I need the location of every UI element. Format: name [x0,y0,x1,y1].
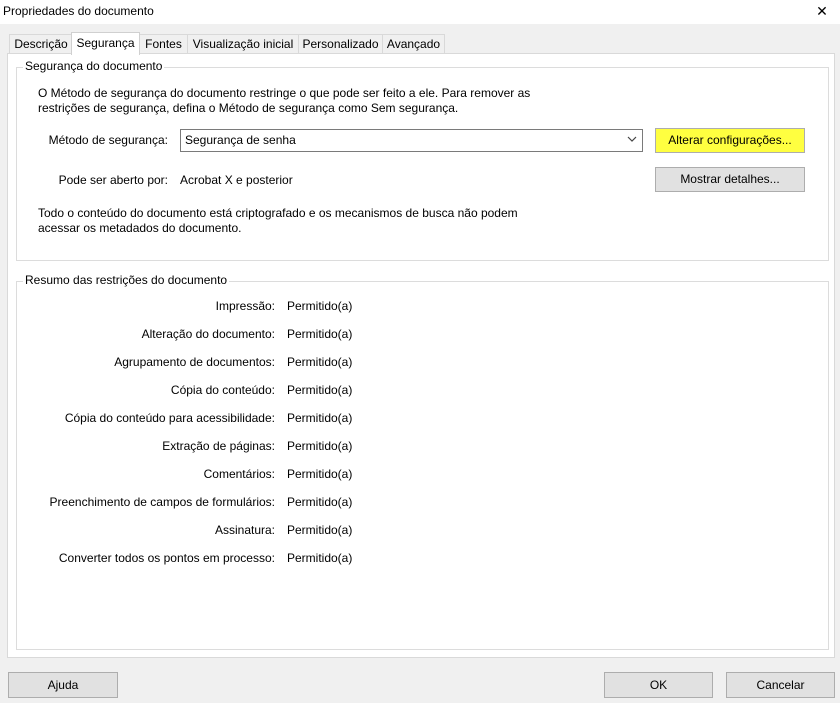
help-button[interactable]: Ajuda [8,672,118,698]
restriction-value: Permitido(a) [287,495,353,509]
restriction-label: Preenchimento de campos de formulários: [49,495,275,509]
restriction-label: Converter todos os pontos em processo: [58,551,275,565]
tab-seguranca[interactable]: Segurança [71,32,140,55]
tab-avancado[interactable]: Avançado [382,34,445,54]
security-method-value: Segurança de senha [185,133,296,147]
opened-by-value: Acrobat X e posterior [180,173,293,187]
restriction-value: Permitido(a) [287,383,353,397]
tab-label: Personalizado [302,37,379,51]
tab-label: Visualização inicial [192,37,294,51]
restriction-label: Assinatura: [214,523,275,537]
summary-group-title: Resumo das restrições do documento [23,273,230,287]
restriction-label: Cópia do conteúdo para acessibilidade: [64,411,275,425]
ok-button[interactable]: OK [604,672,713,698]
show-details-label: Mostrar detalhes... [680,172,780,186]
method-label: Método de segurança: [48,133,168,147]
tab-label: Fontes [145,37,182,51]
close-icon: ✕ [816,2,828,19]
restriction-value: Permitido(a) [287,355,353,369]
change-settings-label: Alterar configurações... [656,129,804,152]
show-details-button[interactable]: Mostrar detalhes... [655,167,805,192]
window-title: Propriedades do documento [3,4,154,18]
restriction-value: Permitido(a) [287,299,353,313]
ok-label: OK [649,678,668,692]
restriction-label: Agrupamento de documentos: [114,355,275,369]
restriction-value: Permitido(a) [287,327,353,341]
close-button[interactable]: ✕ [810,0,834,22]
cancel-button[interactable]: Cancelar [726,672,835,698]
restriction-label: Cópia do conteúdo: [170,383,275,397]
tab-label: Segurança [76,36,135,50]
tab-descricao[interactable]: Descrição [9,34,73,54]
tab-visualizacao-inicial[interactable]: Visualização inicial [187,34,299,54]
chevron-down-icon [626,132,638,146]
security-description-line1: O Método de segurança do documento restr… [38,86,531,100]
restriction-value: Permitido(a) [287,411,353,425]
opened-by-label: Pode ser aberto por: [58,173,168,187]
help-label: Ajuda [47,678,79,692]
tab-fontes[interactable]: Fontes [139,34,188,54]
restriction-value: Permitido(a) [287,523,353,537]
restriction-label: Impressão: [215,299,275,313]
tab-label: Descrição [14,37,68,51]
security-description-line2: restrições de segurança, defina o Método… [38,101,459,115]
restriction-value: Permitido(a) [287,551,353,565]
tab-personalizado[interactable]: Personalizado [298,34,383,54]
title-bar: Propriedades do documento ✕ [0,0,840,24]
restriction-label: Extração de páginas: [162,439,275,453]
security-method-select[interactable]: Segurança de senha [180,129,643,152]
restriction-label: Comentários: [203,467,275,481]
tab-label: Avançado [386,37,441,51]
cancel-label: Cancelar [756,678,805,692]
restriction-value: Permitido(a) [287,439,353,453]
restriction-label: Alteração do documento: [141,327,275,341]
encrypted-note-line1: Todo o conteúdo do documento está cripto… [38,206,518,220]
change-settings-button[interactable]: Alterar configurações... [655,128,805,153]
restriction-value: Permitido(a) [287,467,353,481]
encrypted-note-line2: acessar os metadados do documento. [38,221,242,235]
security-group-title: Segurança do documento [23,59,165,73]
